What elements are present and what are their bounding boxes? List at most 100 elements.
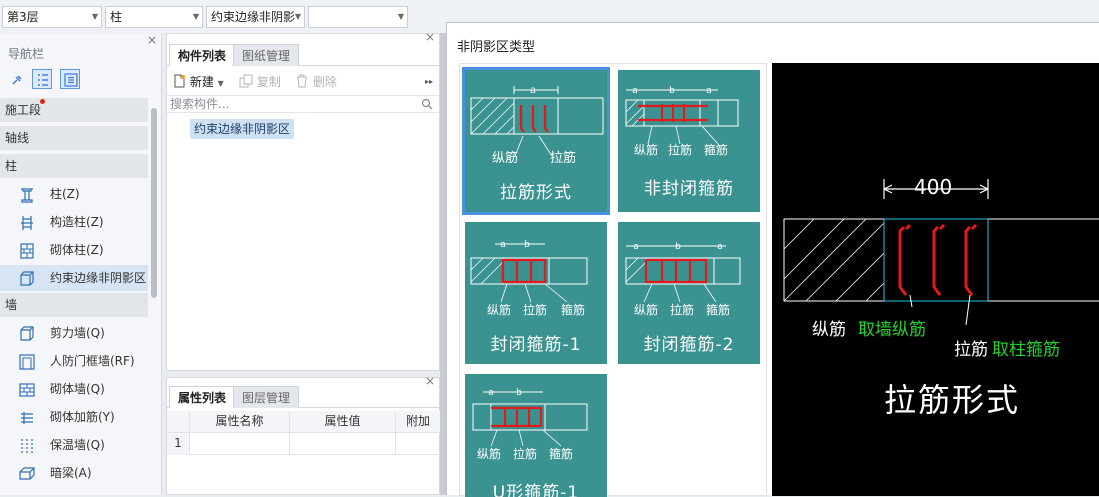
component-search-input[interactable]: 搜索构件...: [167, 95, 439, 113]
nav-section-column[interactable]: 柱: [0, 154, 148, 178]
component-select[interactable]: 约束边缘非阴影 ▼: [206, 6, 305, 28]
nav-section-label: 柱: [5, 159, 18, 173]
nav-item-construct-column[interactable]: 构造柱(Z): [0, 209, 148, 235]
preview-dimension-label: 400: [914, 175, 953, 199]
shear-wall-icon: [20, 326, 34, 341]
dim-b-label: b: [675, 242, 681, 252]
nav-item-masonry-wall[interactable]: 砌体墙(Q): [0, 376, 148, 402]
tab-component-list[interactable]: 构件列表: [169, 44, 236, 66]
component-panel-tabs: 构件列表 图纸管理: [167, 42, 439, 66]
non-shadow-type-dialog: 非阴影区类型 a 纵筋 拉筋 拉筋形式 a b a 纵筋 拉筋 箍筋 非封闭箍筋…: [446, 22, 1099, 497]
dim-a-label: a: [530, 85, 536, 96]
pin-icon-button[interactable]: [6, 69, 26, 89]
dialog-title: 非阴影区类型: [457, 40, 536, 55]
masonry-wall-icon: [19, 383, 35, 397]
type-thumb-u-stirrup-1[interactable]: a b 纵筋 拉筋 箍筋 U形箍筋-1: [465, 374, 607, 497]
note-tie-label: 拉筋: [513, 446, 537, 461]
delete-button-label: 删除: [312, 75, 337, 89]
chevron-down-icon: ▼: [91, 12, 98, 21]
door-frame-icon: [19, 354, 35, 370]
nav-close-button[interactable]: ×: [147, 33, 157, 47]
chevron-down-icon: ▼: [397, 12, 404, 21]
property-panel-tabs: 属性列表 图层管理: [167, 384, 439, 408]
tab-layer-management[interactable]: 图层管理: [233, 386, 300, 408]
nav-item-civil-defense-door-wall[interactable]: 人防门框墙(RF): [0, 348, 148, 374]
row-name-cell[interactable]: [190, 433, 290, 455]
type-thumbnail-list: a 纵筋 拉筋 拉筋形式 a b a 纵筋 拉筋 箍筋 非封闭箍筋 a b 纵筋…: [459, 63, 767, 497]
sub-component-select[interactable]: ▼: [308, 6, 408, 28]
nav-item-edge-non-shadow[interactable]: 约束边缘非阴影区: [0, 265, 148, 291]
dim-a-label: a: [717, 242, 723, 252]
note-stirrup-label: 箍筋: [706, 302, 730, 317]
preview-caption: 拉筋形式: [884, 381, 1021, 419]
nav-section-wall[interactable]: 墙: [0, 293, 148, 317]
nav-section-axis[interactable]: 轴线: [0, 126, 148, 150]
floor-select[interactable]: 第3层 ▼: [2, 6, 102, 28]
note-tie-label: 拉筋: [668, 142, 692, 157]
tab-drawing-management[interactable]: 图纸管理: [233, 44, 300, 66]
tie-form-preview-diagram: [783, 179, 1099, 326]
row-extra-cell[interactable]: [396, 433, 440, 455]
row-value-cell[interactable]: [290, 433, 396, 455]
dim-b-label: b: [669, 86, 675, 96]
preview-longitudinal-value: 取墙纵筋: [858, 320, 926, 340]
new-icon: [174, 74, 185, 88]
nav-item-masonry-reinforcement[interactable]: 砌体加筋(Y): [0, 404, 148, 430]
type-thumb-closed-stirrup-2[interactable]: a b a 纵筋 拉筋 箍筋 封闭箍筋-2: [618, 222, 760, 364]
type-thumb-label: 封闭箍筋-2: [643, 335, 735, 355]
type-thumb-closed-stirrup-1[interactable]: a b 纵筋 拉筋 箍筋 封闭箍筋-1: [465, 222, 607, 364]
copy-button[interactable]: 复制: [239, 73, 281, 91]
nav-item-masonry-column[interactable]: 砌体柱(Z): [0, 237, 148, 263]
trash-icon: [297, 74, 307, 88]
note-tie-label: 拉筋: [523, 302, 547, 317]
more-tools-icon[interactable]: ▸▸: [425, 73, 433, 91]
component-list-item[interactable]: 约束边缘非阴影区: [190, 119, 295, 139]
preview-tie-label: 拉筋: [954, 340, 988, 360]
dim-a-label: a: [633, 242, 639, 252]
note-longitudinal-label: 纵筋: [477, 446, 501, 461]
type-thumb-open-stirrup[interactable]: a b a 纵筋 拉筋 箍筋 非封闭箍筋: [618, 70, 760, 212]
nav-item-hidden-beam[interactable]: 暗梁(A): [0, 460, 148, 486]
preview-tie-value: 取柱箍筋: [992, 340, 1060, 360]
dim-a-label: a: [632, 86, 638, 96]
nav-item-insulation-wall[interactable]: 保温墙(Q): [0, 432, 148, 458]
tree-view-button[interactable]: [32, 69, 52, 89]
search-icon: [421, 98, 433, 110]
chevron-down-icon: ▼: [192, 12, 199, 21]
note-stirrup-label: 箍筋: [561, 302, 585, 317]
nav-item-label: 砌体加筋(Y): [50, 410, 115, 424]
hidden-beam-icon: [19, 467, 35, 480]
column-icon: [21, 188, 33, 203]
component-toolbar: 新建 ▼ 复制 删除 ▸▸: [167, 70, 439, 94]
table-row[interactable]: 1: [167, 433, 440, 455]
type-preview-canvas: 400 纵筋 取墙纵筋 拉筋 取柱箍筋 拉筋形式: [772, 63, 1099, 496]
component-list-panel: × 构件列表 图纸管理 新建 ▼ 复制 删除 ▸▸ 搜索构件... 约束边缘非阴…: [166, 30, 440, 371]
nav-section-label: 墙: [5, 298, 18, 312]
header-index-cell: [167, 411, 190, 433]
tab-property-list[interactable]: 属性列表: [169, 386, 236, 408]
type-thumb-tie-form[interactable]: a 纵筋 拉筋 拉筋形式: [462, 67, 610, 215]
note-tie-label: 拉筋: [550, 150, 576, 166]
nav-section-label: 施工段: [5, 103, 42, 117]
nav-item-label: 构造柱(Z): [50, 215, 104, 229]
new-button[interactable]: 新建 ▼: [172, 73, 224, 93]
nav-scrollbar[interactable]: [151, 108, 157, 298]
dim-a-label: a: [488, 388, 494, 398]
copy-icon: [239, 74, 253, 88]
nav-section-construction[interactable]: 施工段: [0, 98, 148, 122]
nav-item-column[interactable]: 柱(Z): [0, 181, 148, 207]
nav-item-label: 保温墙(Q): [50, 438, 105, 452]
chevron-down-icon: ▼: [294, 12, 301, 21]
nav-item-shear-wall[interactable]: 剪力墙(Q): [0, 320, 148, 346]
type-thumb-label: 非封闭箍筋: [644, 179, 734, 199]
nav-item-label: 约束边缘非阴影区: [50, 271, 147, 285]
note-longitudinal-label: 纵筋: [634, 302, 658, 317]
nav-item-label: 砌体墙(Q): [50, 382, 105, 396]
masonry-column-icon: [20, 243, 34, 259]
dim-b-label: b: [524, 240, 530, 250]
floor-select-value: 第3层: [7, 10, 39, 24]
detail-view-button[interactable]: [60, 69, 80, 89]
delete-button[interactable]: 删除: [295, 73, 337, 91]
category-select-value: 柱: [110, 10, 123, 24]
category-select[interactable]: 柱 ▼: [105, 6, 203, 28]
